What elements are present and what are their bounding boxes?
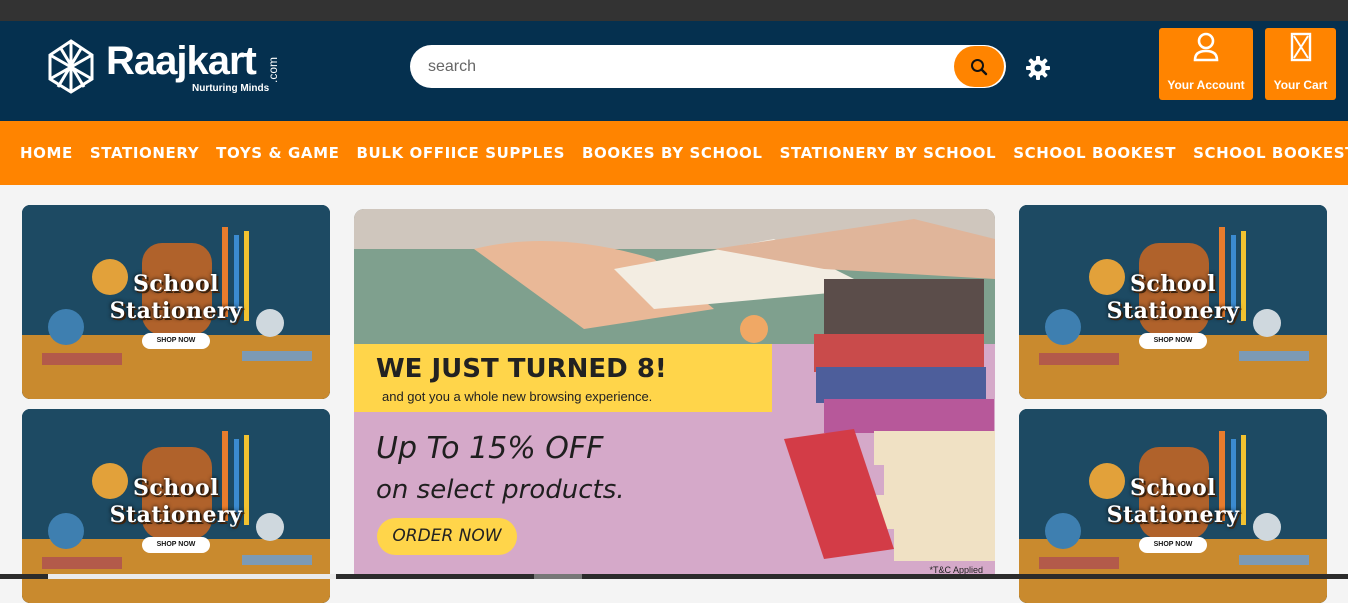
nav-home[interactable]: HOME (20, 144, 73, 162)
promo-title-line1: School (133, 271, 219, 297)
promo-title-line2: Stationery (109, 298, 243, 324)
banner-headline: WE JUST TURNED 8! (376, 354, 667, 384)
promo-card[interactable]: School Stationery SHOP NOW (22, 205, 330, 399)
cart-button[interactable]: Your Cart (1265, 28, 1336, 100)
shop-now-button[interactable]: SHOP NOW (1139, 537, 1207, 553)
nav-school-bookset-2[interactable]: SCHOOL BOOKEST (1193, 144, 1348, 162)
promo-title-line1: School (1130, 475, 1216, 501)
promo-title-line1: School (133, 475, 219, 501)
main-nav: HOME STATIONERY TOYS & GAME BULK OFFIICE… (0, 121, 1348, 185)
banner-offer-line2: on select products. (376, 475, 625, 505)
banner-offer-line1: Up To 15% OFF (376, 431, 604, 466)
shop-now-button[interactable]: SHOP NOW (142, 537, 210, 553)
promo-title-line2: Stationery (109, 502, 243, 528)
user-icon (1193, 32, 1219, 62)
promo-title-line2: Stationery (1106, 502, 1240, 528)
shop-now-button[interactable]: SHOP NOW (1139, 333, 1207, 349)
logo-domain: .com (266, 56, 280, 83)
nav-stationery-by-school[interactable]: STATIONERY BY SCHOOL (780, 144, 997, 162)
order-now-button[interactable]: ORDER NOW (377, 518, 517, 555)
browser-top-strip (0, 0, 1348, 21)
banner-subline: and got you a whole new browsing experie… (382, 389, 653, 404)
gear-icon[interactable] (1024, 54, 1052, 82)
search-bar (410, 45, 1006, 88)
search-input[interactable] (428, 45, 948, 88)
cart-label: Your Cart (1273, 78, 1328, 92)
cart-icon (1290, 32, 1311, 62)
logo-tagline: Nurturing Minds (192, 83, 270, 94)
nav-bulk-office-supplies[interactable]: BULK OFFIICE SUPPLES (357, 144, 565, 162)
search-button[interactable] (954, 46, 1004, 87)
nav-toys-game[interactable]: TOYS & GAME (216, 144, 339, 162)
account-button[interactable]: Your Account (1159, 28, 1253, 100)
raajkart-logo[interactable]: Raajkart Nurturing Minds .com (40, 35, 290, 99)
site-header: Raajkart Nurturing Minds .com search You… (0, 21, 1348, 121)
nav-school-bookset-1[interactable]: SCHOOL BOOKEST (1013, 144, 1176, 162)
nav-stationery[interactable]: STATIONERY (90, 144, 199, 162)
scrollbar-thumb[interactable] (534, 574, 582, 579)
logo-mark-icon (48, 39, 94, 94)
account-label: Your Account (1167, 78, 1245, 92)
promo-title-line2: Stationery (1106, 298, 1240, 324)
scrollbar-track-segment (48, 574, 336, 579)
nav-books-by-school[interactable]: BOOKES BY SCHOOL (582, 144, 763, 162)
horizontal-scrollbar[interactable] (0, 574, 1348, 579)
shop-now-button[interactable]: SHOP NOW (142, 333, 210, 349)
promo-card[interactable]: School Stationery SHOP NOW (1019, 205, 1327, 399)
search-icon (971, 58, 988, 75)
hero-banner[interactable]: WE JUST TURNED 8! and got you a whole ne… (354, 209, 995, 579)
promo-title-line1: School (1130, 271, 1216, 297)
logo-wordmark: Raajkart (106, 39, 257, 83)
